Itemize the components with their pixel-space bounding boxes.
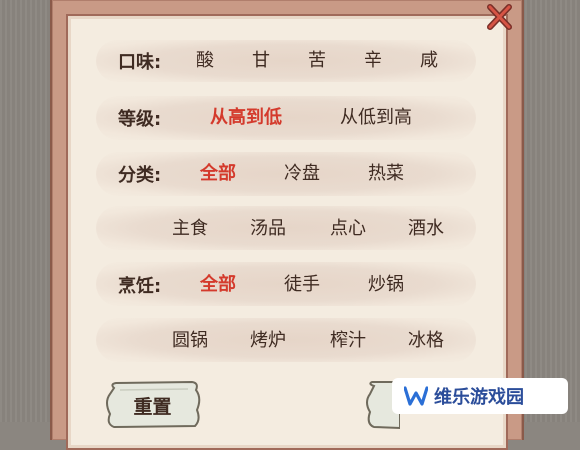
taste-option-salty[interactable]: 咸 xyxy=(420,47,438,75)
level-option-high-to-low[interactable]: 从高到低 xyxy=(210,104,282,132)
cooking-option-juicer[interactable]: 榨汁 xyxy=(330,327,366,355)
level-label: 等级: xyxy=(118,109,162,130)
category-option-cold[interactable]: 冷盘 xyxy=(284,160,320,188)
reset-button-label: 重置 xyxy=(133,396,172,418)
category-option-all[interactable]: 全部 xyxy=(200,160,236,188)
cooking-option-hand[interactable]: 徒手 xyxy=(284,271,320,299)
site-watermark: 维乐游戏园 xyxy=(392,378,568,414)
close-button[interactable] xyxy=(484,2,514,32)
cooking-option-all[interactable]: 全部 xyxy=(200,271,236,299)
category-row: 分类: xyxy=(118,160,161,188)
taste-option-spicy[interactable]: 辛 xyxy=(364,47,382,75)
close-icon xyxy=(487,4,512,30)
taste-label: 口味: xyxy=(118,52,162,73)
category-option-staple[interactable]: 主食 xyxy=(172,215,208,243)
level-option-low-to-high[interactable]: 从低到高 xyxy=(340,104,412,132)
category-option-dessert[interactable]: 点心 xyxy=(330,215,366,243)
watermark-text: 维乐游戏园 xyxy=(434,387,524,408)
taste-option-sour[interactable]: 酸 xyxy=(196,47,214,75)
cooking-option-oven[interactable]: 烤炉 xyxy=(250,327,286,355)
cooking-label: 烹饪: xyxy=(118,276,162,297)
category-option-hot[interactable]: 热菜 xyxy=(368,160,404,188)
cooking-option-wok[interactable]: 炒锅 xyxy=(368,271,404,299)
cooking-option-ice-tray[interactable]: 冰格 xyxy=(408,327,444,355)
reset-button[interactable]: 重置 xyxy=(100,380,205,430)
taste-option-bitter[interactable]: 苦 xyxy=(308,47,326,75)
category-label: 分类: xyxy=(118,165,162,186)
cooking-row: 烹饪: xyxy=(118,271,161,299)
category-option-drink[interactable]: 酒水 xyxy=(408,215,444,243)
w-logo-icon xyxy=(404,386,428,406)
cooking-option-round-pot[interactable]: 圆锅 xyxy=(172,327,208,355)
taste-row: 口味: xyxy=(118,47,161,75)
taste-option-sweet[interactable]: 甘 xyxy=(252,47,270,75)
level-row: 等级: xyxy=(118,104,161,132)
category-option-soup[interactable]: 汤品 xyxy=(250,215,286,243)
